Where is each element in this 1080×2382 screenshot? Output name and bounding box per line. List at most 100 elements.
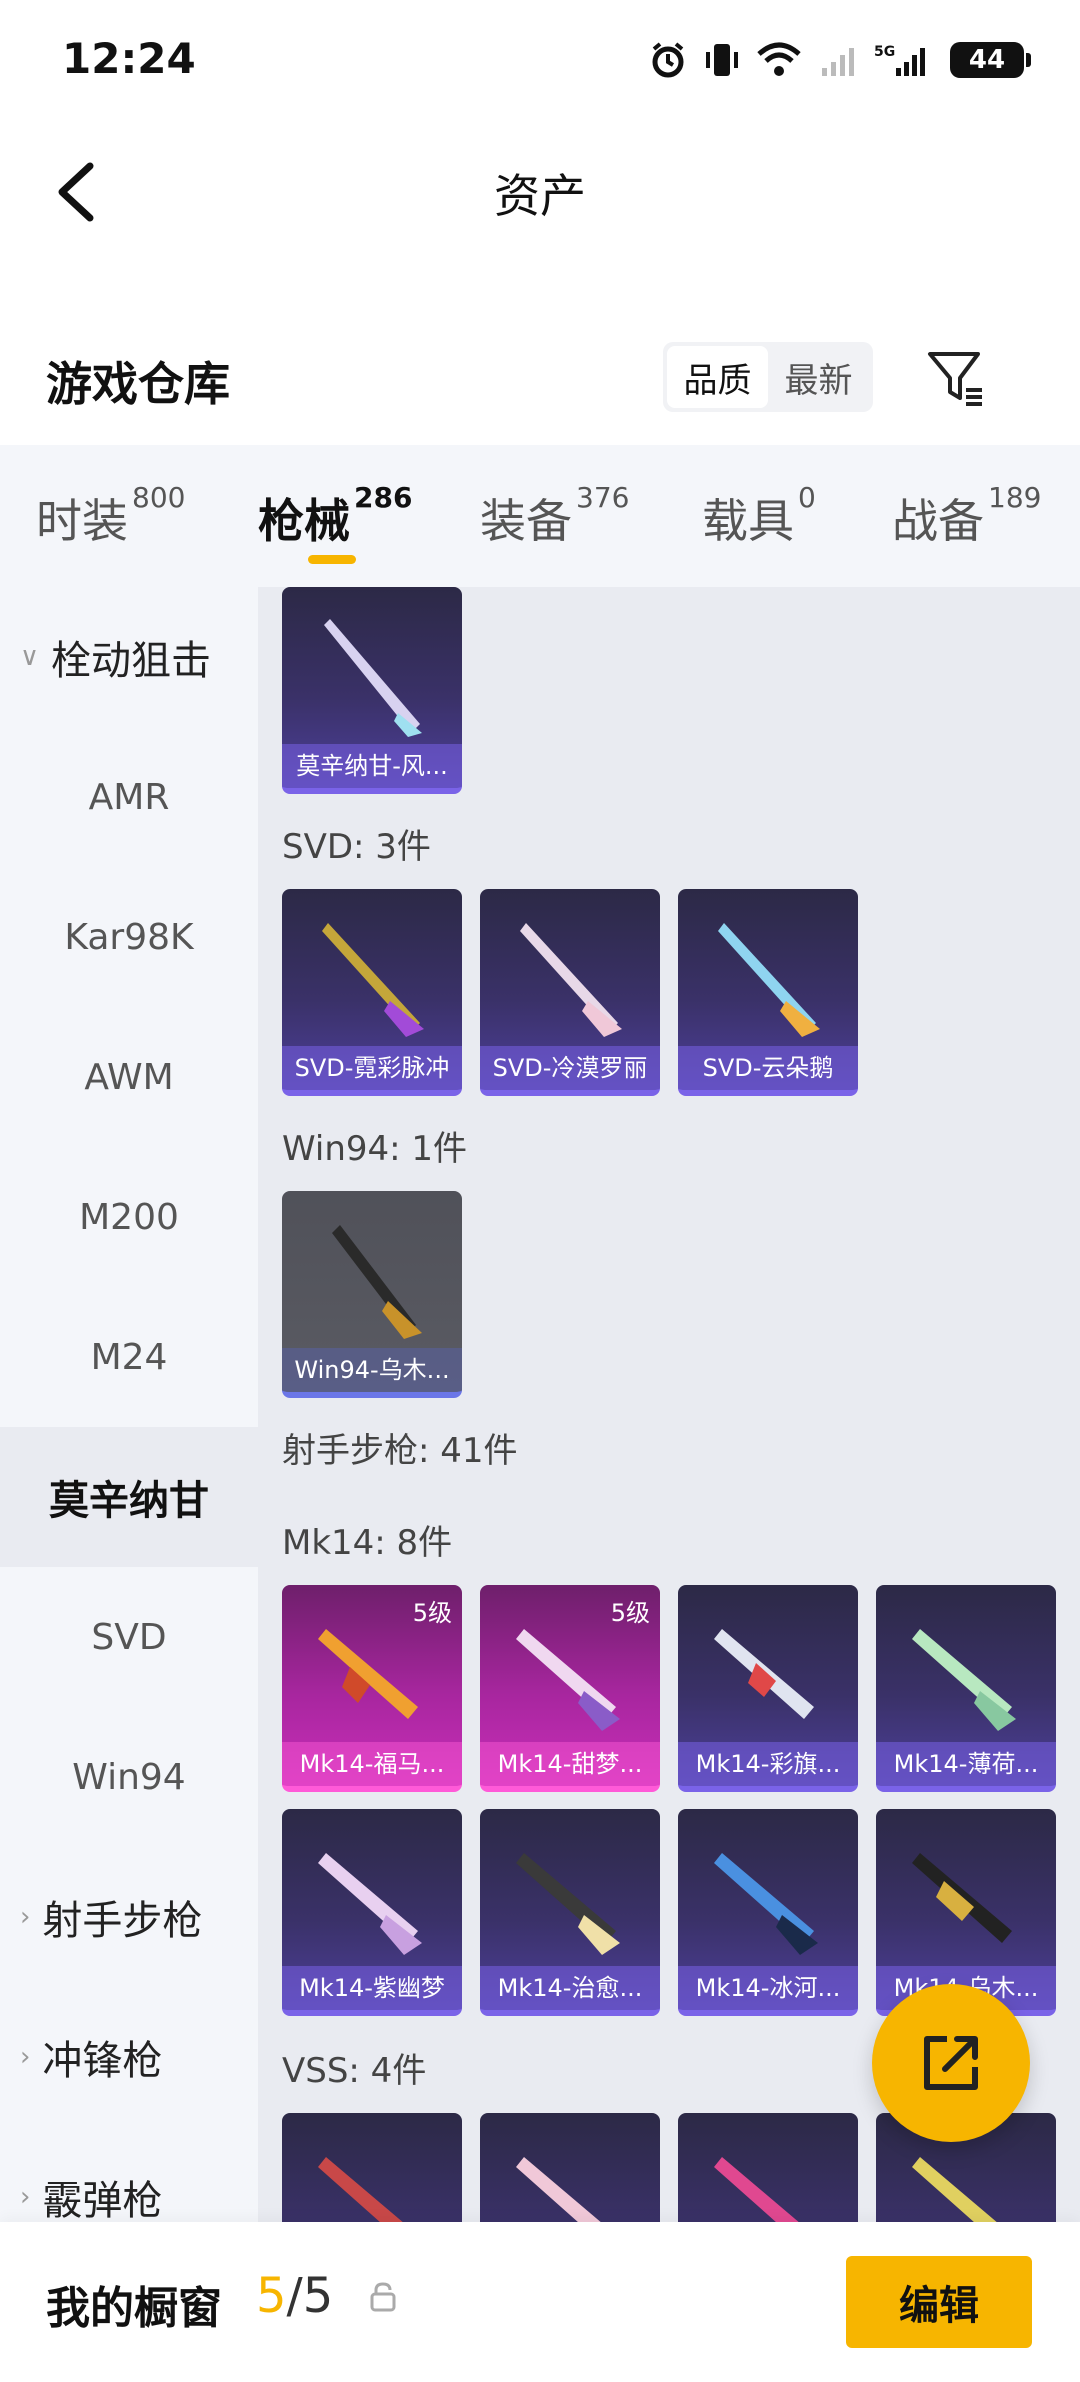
section-label-svd: SVD: 3件 bbox=[282, 827, 431, 867]
item-card[interactable]: 5级 Mk14-甜梦... bbox=[480, 1585, 660, 1792]
sidebar-item-m24[interactable]: M24 bbox=[0, 1287, 258, 1427]
warehouse-title: 游戏仓库 bbox=[46, 357, 230, 411]
alarm-icon bbox=[648, 40, 688, 80]
item-name: Win94-乌木... bbox=[282, 1348, 462, 1392]
item-name: Mk14-紫幽梦 bbox=[282, 1966, 462, 2010]
rifle-icon bbox=[516, 1853, 620, 1955]
section-label-mk14: Mk14: 8件 bbox=[282, 1523, 453, 1563]
item-name: Mk14-冰河... bbox=[678, 1966, 858, 2010]
sidebar-item-m200[interactable]: M200 bbox=[0, 1147, 258, 1287]
sidebar-item-label: 冲锋枪 bbox=[42, 2038, 163, 2084]
rifle-icon bbox=[520, 923, 622, 1037]
tab-outfits[interactable]: 时装 800 bbox=[36, 481, 185, 551]
edit-button[interactable]: 编辑 bbox=[846, 2256, 1032, 2348]
item-name: Mk14-彩旗... bbox=[678, 1742, 858, 1786]
showcase-current: 5 bbox=[256, 2268, 287, 2324]
tab-count: 0 bbox=[798, 481, 816, 514]
item-grid: 莫辛纳甘-风... SVD: 3件 SVD-霓彩脉冲 SVD-冷漠罗丽 SVD-… bbox=[258, 587, 1080, 2222]
tab-count: 189 bbox=[988, 481, 1042, 514]
rifle-icon bbox=[912, 2157, 997, 2222]
item-name: SVD-冷漠罗丽 bbox=[480, 1046, 660, 1090]
tab-vehicles[interactable]: 载具 0 bbox=[702, 481, 816, 551]
item-card[interactable]: Mk14-彩旗... bbox=[678, 1585, 858, 1792]
sort-newest-button[interactable]: 最新 bbox=[768, 346, 869, 408]
sidebar: ∨ 栓动狙击 AMR Kar98K AWM M200 M24 莫辛纳甘 SVD W… bbox=[0, 587, 258, 2222]
sidebar-group-shotgun[interactable]: › 霰弹枪 bbox=[0, 2127, 258, 2222]
section-label-win94: Win94: 1件 bbox=[282, 1129, 468, 1169]
app-screen: 12:24 5G 44 资产 游戏仓库 品质 最新 时装 800 枪械 286 … bbox=[0, 0, 1080, 2382]
showcase-max: 5 bbox=[302, 2268, 334, 2324]
showcase-count: 5/5 bbox=[256, 2268, 333, 2324]
category-tabs: 时装 800 枪械 286 装备 376 载具 0 战备 189 bbox=[0, 445, 1080, 587]
rifle-icon bbox=[318, 1853, 422, 1955]
section-label-vss: VSS: 4件 bbox=[282, 2051, 427, 2091]
status-bar: 12:24 5G 44 bbox=[0, 0, 1080, 120]
rifle-icon bbox=[516, 2157, 601, 2222]
item-card[interactable]: 莫辛纳甘-风... bbox=[282, 587, 462, 794]
item-card[interactable]: SVD-云朵鹅 bbox=[678, 889, 858, 1096]
rifle-icon bbox=[318, 2157, 403, 2222]
item-card[interactable]: 5级 Mk14-福马... bbox=[282, 1585, 462, 1792]
tab-firearms[interactable]: 枪械 286 bbox=[258, 481, 412, 551]
warehouse-header: 游戏仓库 品质 最新 bbox=[0, 320, 1080, 440]
showcase-separator: / bbox=[286, 2268, 303, 2324]
wifi-icon bbox=[756, 40, 802, 80]
item-card[interactable]: SVD-霓彩脉冲 bbox=[282, 889, 462, 1096]
item-card[interactable]: Mk14-紫幽梦 bbox=[282, 1809, 462, 2016]
tab-count: 800 bbox=[132, 481, 186, 514]
rifle-icon bbox=[912, 1853, 1012, 1943]
rifle-icon bbox=[318, 1629, 418, 1719]
rifle-icon bbox=[718, 923, 820, 1037]
lock-icon bbox=[370, 2282, 396, 2312]
tab-label: 装备 bbox=[480, 494, 572, 548]
share-button[interactable] bbox=[872, 1984, 1030, 2142]
chevron-right-icon: › bbox=[20, 2042, 31, 2072]
share-icon bbox=[924, 2036, 978, 2090]
item-name: SVD-霓彩脉冲 bbox=[282, 1046, 462, 1090]
active-tab-indicator bbox=[308, 555, 356, 564]
sidebar-group-smg[interactable]: › 冲锋枪 bbox=[0, 1987, 258, 2127]
sidebar-item-awm[interactable]: AWM bbox=[0, 1007, 258, 1147]
rifle-icon bbox=[714, 1629, 814, 1719]
filter-icon bbox=[928, 352, 982, 406]
item-name: Mk14-治愈... bbox=[480, 1966, 660, 2010]
item-name: 莫辛纳甘-风... bbox=[282, 744, 462, 788]
rifle-icon bbox=[714, 2157, 799, 2222]
item-card[interactable]: Mk14-冰河... bbox=[678, 1809, 858, 2016]
chevron-right-icon: › bbox=[20, 1902, 31, 1932]
sidebar-item-mosin[interactable]: 莫辛纳甘 bbox=[0, 1427, 258, 1567]
item-name: SVD-云朵鹅 bbox=[678, 1046, 858, 1090]
rifle-icon bbox=[322, 923, 424, 1037]
rifle-icon bbox=[516, 1629, 620, 1731]
showcase-title: 我的橱窗 bbox=[46, 2283, 222, 2334]
tab-label: 枪械 bbox=[258, 494, 350, 548]
sidebar-item-win94[interactable]: Win94 bbox=[0, 1707, 258, 1847]
sidebar-group-bolt-action[interactable]: ∨ 栓动狙击 bbox=[0, 587, 258, 727]
sidebar-item-amr[interactable]: AMR bbox=[0, 727, 258, 867]
sidebar-item-svd[interactable]: SVD bbox=[0, 1567, 258, 1707]
sidebar-item-label: 射手步枪 bbox=[42, 1898, 203, 1944]
sort-quality-button[interactable]: 品质 bbox=[667, 346, 768, 408]
battery-icon: 44 bbox=[950, 42, 1031, 78]
item-card[interactable] bbox=[282, 2113, 462, 2222]
page-title: 资产 bbox=[494, 169, 586, 223]
item-card[interactable]: SVD-冷漠罗丽 bbox=[480, 889, 660, 1096]
item-card[interactable]: Mk14-治愈... bbox=[480, 1809, 660, 2016]
item-card[interactable] bbox=[678, 2113, 858, 2222]
sidebar-group-dmr[interactable]: › 射手步枪 bbox=[0, 1847, 258, 1987]
rifle-icon bbox=[714, 1853, 818, 1955]
tab-count: 286 bbox=[354, 481, 413, 514]
filter-button[interactable] bbox=[920, 342, 992, 414]
sidebar-item-label: 霰弹枪 bbox=[42, 2178, 163, 2222]
signal-icon bbox=[818, 40, 858, 80]
item-card[interactable]: Mk14-薄荷... bbox=[876, 1585, 1056, 1792]
tab-equipment[interactable]: 装备 376 bbox=[480, 481, 629, 551]
tab-label: 载具 bbox=[702, 494, 794, 548]
sidebar-item-kar98k[interactable]: Kar98K bbox=[0, 867, 258, 1007]
section-label-dmr: 射手步枪: 41件 bbox=[282, 1431, 518, 1471]
item-card[interactable] bbox=[480, 2113, 660, 2222]
status-icons: 5G 44 bbox=[648, 40, 1031, 80]
tab-supplies[interactable]: 战备 189 bbox=[892, 481, 1041, 551]
item-card[interactable]: Win94-乌木... bbox=[282, 1191, 462, 1398]
chevron-right-icon: › bbox=[20, 2182, 31, 2212]
